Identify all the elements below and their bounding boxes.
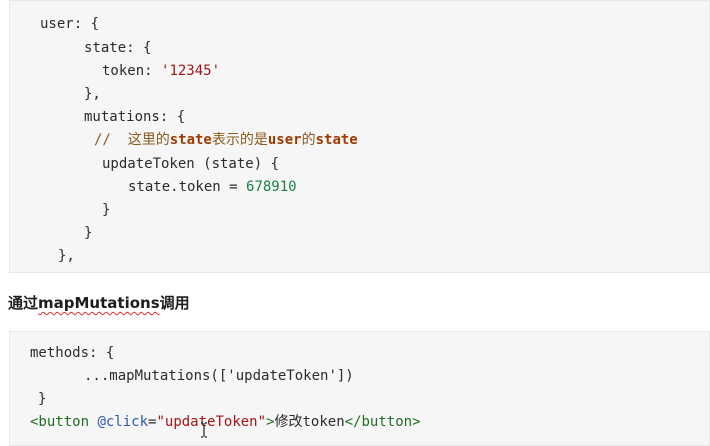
code-line: }: [38, 390, 46, 408]
code-text: methods: {: [30, 345, 115, 361]
string-literal: "updateToken": [156, 414, 267, 430]
code-text: },: [58, 248, 75, 264]
code-block-store-module: user: { state: { token: '12345' }, mutat…: [9, 0, 710, 273]
code-text: }: [84, 225, 93, 241]
text-cursor-icon: [201, 422, 207, 438]
html-tag-close: </button>: [344, 414, 421, 430]
code-line: user: {: [40, 15, 99, 33]
code-text: token:: [102, 63, 162, 79]
html-tag-open: <button: [30, 414, 90, 430]
comment-keyword: user: [267, 132, 302, 148]
code-line: },: [84, 85, 101, 103]
code-line: state: {: [84, 39, 151, 57]
code-line: }: [84, 224, 92, 242]
html-attribute: @click: [89, 414, 149, 430]
code-block-methods: methods: { ...mapMutations(['updateToken…: [9, 331, 710, 446]
heading-text: 调用: [159, 294, 190, 312]
code-line: }: [102, 201, 110, 219]
code-line: ...mapMutations(['updateToken']): [84, 367, 354, 385]
number-literal: 678910: [246, 179, 297, 195]
comment-slashes: //: [94, 132, 128, 148]
code-text: state: {: [84, 40, 152, 56]
code-text: 'updateToken': [227, 368, 337, 384]
comment-text: 的: [301, 132, 316, 148]
string-literal: '12345': [161, 63, 221, 79]
code-line: methods: {: [30, 344, 114, 362]
code-text: }: [38, 391, 47, 407]
code-text: ]): [336, 368, 354, 384]
code-comment-line: // 这里的state表示的是user的state: [94, 131, 358, 149]
code-text: state.token =: [128, 179, 247, 195]
code-line: state.token = 678910: [128, 178, 297, 196]
code-text: updateToken (state) {: [102, 156, 280, 172]
code-text: }: [102, 202, 111, 218]
code-line: token: '12345': [102, 62, 220, 80]
heading-text: 通过: [8, 294, 39, 312]
comment-text: 表示的是: [211, 132, 268, 148]
comment-keyword: state: [315, 132, 358, 148]
comment-keyword: state: [169, 132, 212, 148]
code-line: mutations: {: [84, 108, 185, 126]
button-text: 修改token: [274, 414, 345, 430]
comment-text: 这里的: [127, 132, 170, 148]
heading-keyword: mapMutations: [38, 294, 160, 312]
code-text: },: [84, 86, 101, 102]
code-text: ...mapMutations([: [84, 368, 228, 384]
code-line: <button @click="updateToken">修改token</bu…: [30, 413, 421, 431]
code-text: user: {: [40, 16, 100, 32]
code-line: },: [58, 247, 75, 265]
code-text: mutations: {: [84, 109, 186, 125]
section-heading: 通过mapMutations调用: [8, 292, 190, 313]
code-line: updateToken (state) {: [102, 155, 279, 173]
document-page: user: { state: { token: '12345' }, mutat…: [0, 0, 710, 446]
